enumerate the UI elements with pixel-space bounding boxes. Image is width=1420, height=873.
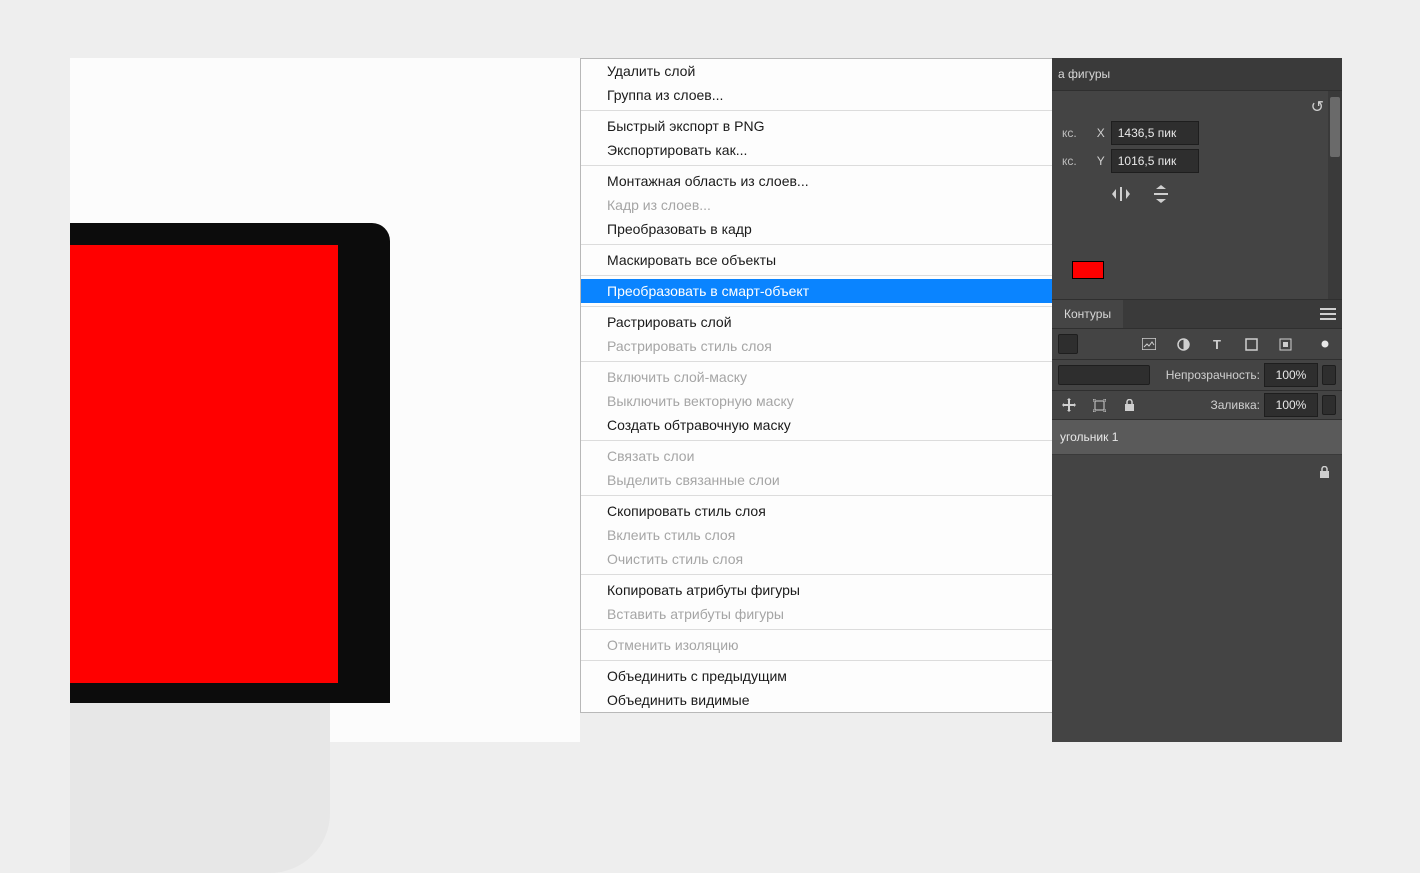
menu-item[interactable]: Создать обтравочную маску bbox=[581, 413, 1053, 437]
y-input[interactable] bbox=[1111, 149, 1199, 173]
menu-item[interactable]: Быстрый экспорт в PNG bbox=[581, 114, 1053, 138]
menu-item[interactable]: Экспортировать как... bbox=[581, 138, 1053, 162]
unit-suffix: кс. bbox=[1062, 126, 1083, 140]
panels-dock: а фигуры ↺ кс. X кс. Y bbox=[1052, 58, 1342, 742]
tab-paths[interactable]: Контуры bbox=[1052, 300, 1123, 328]
reset-icon[interactable]: ↺ bbox=[1311, 97, 1324, 117]
layer-context-menu: Удалить слойГруппа из слоев... Быстрый эк… bbox=[580, 58, 1054, 713]
fill-dropdown[interactable] bbox=[1322, 395, 1336, 415]
menu-item[interactable]: Растрировать слой bbox=[581, 310, 1053, 334]
menu-separator bbox=[581, 306, 1053, 307]
menu-item[interactable]: Монтажная область из слоев... bbox=[581, 169, 1053, 193]
shape-rectangle[interactable] bbox=[70, 245, 338, 683]
menu-item[interactable]: Преобразовать в смарт-объект bbox=[581, 279, 1053, 303]
lock-artboard-icon[interactable] bbox=[1088, 394, 1110, 416]
flip-vertical-icon[interactable] bbox=[1150, 183, 1172, 205]
properties-panel-header[interactable]: а фигуры bbox=[1052, 58, 1342, 91]
menu-item[interactable]: Копировать атрибуты фигуры bbox=[581, 578, 1053, 602]
menu-item[interactable]: Удалить слой bbox=[581, 59, 1053, 83]
tab-label: Контуры bbox=[1064, 307, 1111, 321]
lock-all-icon[interactable] bbox=[1118, 394, 1140, 416]
menu-separator bbox=[581, 165, 1053, 166]
menu-item: Выключить векторную маску bbox=[581, 389, 1053, 413]
filter-adjust-icon[interactable] bbox=[1172, 333, 1194, 355]
menu-item[interactable]: Объединить с предыдущим bbox=[581, 664, 1053, 688]
layers-panel-tabs: Контуры bbox=[1052, 300, 1342, 329]
menu-separator bbox=[581, 495, 1053, 496]
menu-item: Кадр из слоев... bbox=[581, 193, 1053, 217]
x-input[interactable] bbox=[1111, 121, 1199, 145]
filter-image-icon[interactable] bbox=[1138, 333, 1160, 355]
mockup-monitor bbox=[70, 223, 390, 753]
menu-item: Включить слой-маску bbox=[581, 365, 1053, 389]
menu-separator bbox=[581, 574, 1053, 575]
scrollbar-thumb[interactable] bbox=[1330, 97, 1340, 157]
menu-separator bbox=[581, 440, 1053, 441]
menu-item: Вставить атрибуты фигуры bbox=[581, 602, 1053, 626]
blend-opacity-row: Непрозрачность: 100% bbox=[1052, 360, 1342, 391]
opacity-label: Непрозрачность: bbox=[1166, 368, 1260, 382]
fill-label: Заливка: bbox=[1210, 398, 1260, 412]
properties-title: а фигуры bbox=[1058, 67, 1110, 81]
opacity-dropdown[interactable] bbox=[1322, 365, 1336, 385]
menu-item[interactable]: Объединить видимые bbox=[581, 688, 1053, 712]
menu-separator bbox=[581, 660, 1053, 661]
menu-item[interactable]: Группа из слоев... bbox=[581, 83, 1053, 107]
menu-item[interactable]: Преобразовать в кадр bbox=[581, 217, 1053, 241]
menu-item: Выделить связанные слои bbox=[581, 468, 1053, 492]
unit-suffix: кс. bbox=[1062, 154, 1083, 168]
filter-smart-icon[interactable] bbox=[1274, 333, 1296, 355]
menu-separator bbox=[581, 110, 1053, 111]
properties-panel-body: ↺ кс. X кс. Y bbox=[1052, 91, 1342, 300]
panel-menu-icon[interactable] bbox=[1320, 308, 1336, 320]
lock-fill-row: Заливка: 100% bbox=[1052, 391, 1342, 420]
properties-scrollbar[interactable] bbox=[1328, 91, 1342, 299]
y-label: Y bbox=[1089, 154, 1105, 168]
canvas-area[interactable] bbox=[70, 58, 580, 742]
flip-horizontal-icon[interactable] bbox=[1110, 183, 1132, 205]
blend-mode-dropdown[interactable] bbox=[1058, 365, 1150, 385]
menu-separator bbox=[581, 275, 1053, 276]
layer-name: угольник 1 bbox=[1060, 430, 1118, 444]
lock-move-icon[interactable] bbox=[1058, 394, 1080, 416]
monitor-bezel bbox=[70, 223, 390, 703]
fill-value[interactable]: 100% bbox=[1264, 393, 1318, 417]
layers-empty-area bbox=[1052, 489, 1342, 719]
menu-separator bbox=[581, 244, 1053, 245]
menu-item[interactable]: Маскировать все объекты bbox=[581, 248, 1053, 272]
opacity-value[interactable]: 100% bbox=[1264, 363, 1318, 387]
layer-item-background[interactable] bbox=[1052, 455, 1342, 489]
filter-toggle-icon[interactable] bbox=[1314, 333, 1336, 355]
filter-shape-icon[interactable] bbox=[1240, 333, 1262, 355]
fill-color-swatch[interactable] bbox=[1072, 261, 1104, 279]
menu-item: Очистить стиль слоя bbox=[581, 547, 1053, 571]
menu-separator bbox=[581, 361, 1053, 362]
menu-item: Связать слои bbox=[581, 444, 1053, 468]
layer-item-rectangle[interactable]: угольник 1 bbox=[1052, 420, 1342, 455]
layers-panel: Контуры T bbox=[1052, 300, 1342, 719]
layers-filter-row: T bbox=[1052, 329, 1342, 360]
x-label: X bbox=[1089, 126, 1105, 140]
menu-separator bbox=[581, 629, 1053, 630]
layer-filter-dropdown[interactable] bbox=[1058, 334, 1078, 354]
menu-item: Вклеить стиль слоя bbox=[581, 523, 1053, 547]
menu-item: Растрировать стиль слоя bbox=[581, 334, 1053, 358]
menu-item: Отменить изоляцию bbox=[581, 633, 1053, 657]
lock-icon bbox=[1319, 466, 1330, 479]
menu-item[interactable]: Скопировать стиль слоя bbox=[581, 499, 1053, 523]
filter-type-icon[interactable]: T bbox=[1206, 333, 1228, 355]
monitor-stand bbox=[70, 703, 330, 873]
